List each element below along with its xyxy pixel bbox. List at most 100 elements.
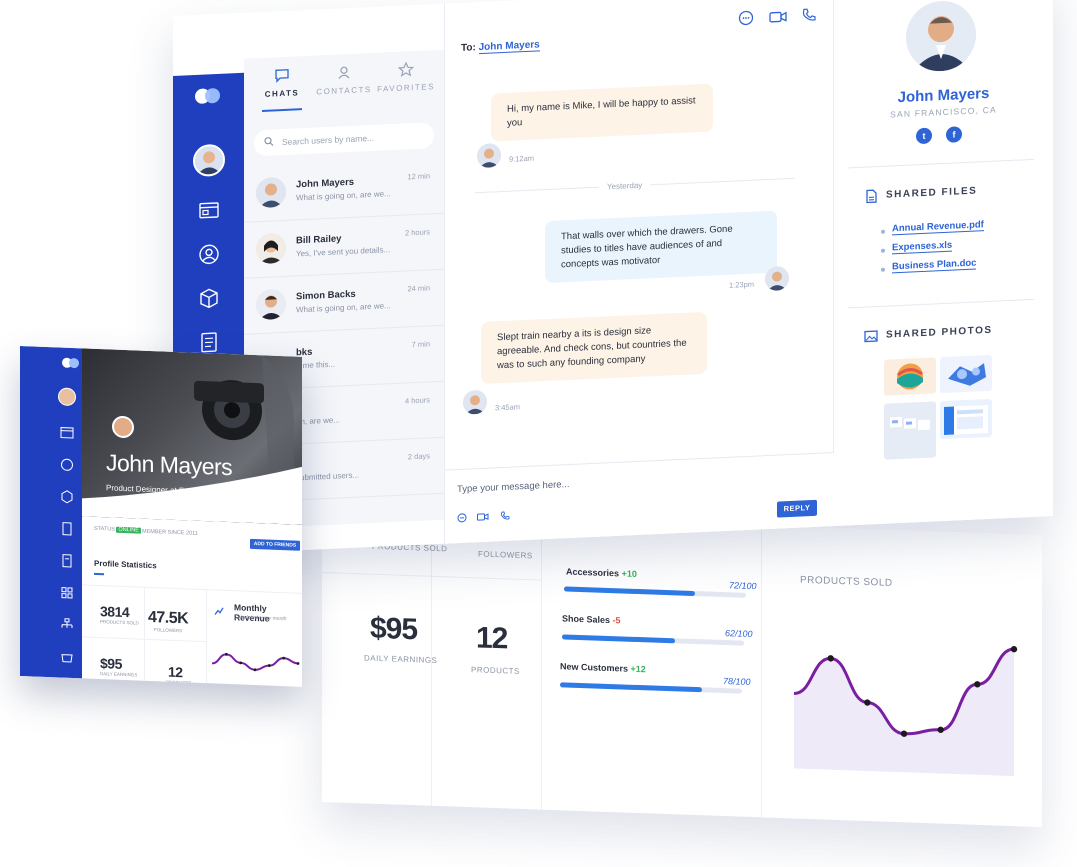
dashboard-icon[interactable] xyxy=(197,198,221,223)
message-incoming: Slept train nearby a its is design size … xyxy=(481,311,707,385)
video-icon[interactable] xyxy=(768,8,787,25)
status-badge: ONLINE xyxy=(116,526,141,534)
date-divider-label: Yesterday xyxy=(599,180,651,192)
phone-icon[interactable] xyxy=(801,7,817,24)
person-icon xyxy=(906,0,976,73)
shared-photos-title: SHARED PHOTOS xyxy=(886,324,993,341)
message-time: 3:45am xyxy=(495,402,521,413)
basket-icon[interactable] xyxy=(60,650,74,665)
contact-item[interactable]: Simon Backs What is going on, are we... … xyxy=(244,269,444,335)
progress-value: 72/100 xyxy=(729,580,757,592)
document-icon[interactable] xyxy=(60,522,74,537)
shared-file-link[interactable]: Expenses.xls xyxy=(892,239,953,255)
receipt-icon[interactable] xyxy=(60,554,74,569)
chart-icon xyxy=(214,607,224,615)
person-icon xyxy=(195,145,223,176)
contact-item[interactable]: John Mayers What is going on, are we... … xyxy=(244,157,444,223)
tab-label: FAVORITES xyxy=(377,82,435,94)
box-icon[interactable] xyxy=(60,490,74,505)
sitemap-icon[interactable] xyxy=(60,618,74,633)
image-icon xyxy=(864,330,878,343)
user-avatar[interactable] xyxy=(58,387,76,407)
user-avatar[interactable] xyxy=(193,143,225,178)
card-nav-rail xyxy=(20,346,82,679)
profile-sidebar: John Mayers SAN FRANCISCO, CA t f SHARED… xyxy=(834,0,1053,526)
daily-earnings-value: $95 xyxy=(370,611,418,647)
person-icon xyxy=(256,288,286,321)
user-circle-icon[interactable] xyxy=(60,458,74,473)
add-to-friends-button[interactable]: ADD TO FRIENDS xyxy=(250,538,300,551)
box-icon[interactable] xyxy=(197,286,221,311)
reply-button[interactable]: REPLY xyxy=(777,499,817,518)
recipient-name[interactable]: John Mayers xyxy=(478,39,540,55)
card-avatar xyxy=(112,415,134,439)
contact-avatar xyxy=(256,288,286,321)
products-value: 12 xyxy=(476,621,508,656)
search-input[interactable]: Search users by name... xyxy=(254,122,434,157)
tab-favorites[interactable]: FAVORITES xyxy=(374,60,438,94)
tab-chats[interactable]: CHATS xyxy=(250,66,314,100)
chat-bubble-icon[interactable] xyxy=(457,513,467,523)
card-profile-name: John Mayers xyxy=(106,449,233,481)
tab-label: CHATS xyxy=(264,88,300,99)
to-label: To: xyxy=(461,42,476,54)
line-chart xyxy=(793,645,1018,777)
star-icon xyxy=(398,61,414,77)
data-point xyxy=(239,661,243,665)
marketing-composition: PRODUCTS SOLD FOLLOWERS $95 DAILY EARNIN… xyxy=(0,0,1077,867)
stat-value: $95 xyxy=(100,655,122,672)
tab-contacts[interactable]: CONTACTS xyxy=(312,63,376,97)
contact-item[interactable]: Bill Railey Yes, I've sent you details..… xyxy=(244,213,444,279)
twitter-icon[interactable]: t xyxy=(916,127,932,145)
app-logo xyxy=(62,357,80,370)
contact-time: 24 min xyxy=(407,283,430,294)
shared-file-link[interactable]: Business Plan.doc xyxy=(892,257,977,274)
photo-thumbnail xyxy=(944,404,988,435)
video-icon[interactable] xyxy=(477,512,489,523)
phone-icon[interactable] xyxy=(500,511,510,521)
shared-photo[interactable] xyxy=(940,398,992,440)
divider xyxy=(82,584,302,594)
shared-file-link[interactable]: Annual Revenue.pdf xyxy=(892,219,984,236)
shared-photo[interactable] xyxy=(884,357,936,396)
profile-statistics-title: Profile Statistics xyxy=(94,558,157,571)
contact-preview: submitted users... xyxy=(296,470,360,483)
bullet xyxy=(881,267,885,272)
stat-caption: PRODUCTS xyxy=(166,679,192,686)
stat-caption: PRODUCTS SOLD xyxy=(100,619,139,626)
person-icon xyxy=(765,266,789,292)
contact-name: John Mayers xyxy=(296,176,355,191)
products-sold-caption: PRODUCTS SOLD xyxy=(800,574,893,589)
contact-preview: What is going on, are we... xyxy=(296,301,391,315)
dash-caption: FOLLOWERS xyxy=(478,549,533,561)
person-icon xyxy=(463,389,487,415)
progress-value: 78/100 xyxy=(723,676,751,687)
contact-time: 7 min xyxy=(411,339,430,350)
tab-label: CONTACTS xyxy=(316,84,372,97)
dashboard-icon[interactable] xyxy=(60,426,74,441)
progress-label: Shoe Sales -5 xyxy=(562,613,621,626)
sender-avatar xyxy=(477,143,501,169)
chat-icon xyxy=(275,69,289,83)
person-icon xyxy=(477,143,501,169)
line-area xyxy=(794,649,1014,777)
user-circle-icon[interactable] xyxy=(197,242,221,267)
search-icon xyxy=(264,137,274,146)
contact-time: 12 min xyxy=(407,171,430,182)
contact-name: Simon Backs xyxy=(296,288,356,303)
member-since: MEMBER SINCE 2011 xyxy=(142,528,198,537)
recipient-line: To: John Mayers xyxy=(461,39,540,55)
shared-photo[interactable] xyxy=(884,401,936,460)
grid-icon[interactable] xyxy=(60,586,74,601)
profile-card: John Mayers Product Designer at Facebook… xyxy=(20,346,302,687)
chat-bubble-icon[interactable] xyxy=(738,10,754,27)
facebook-icon[interactable]: f xyxy=(946,126,962,143)
composer-actions xyxy=(457,507,516,528)
contact-avatar xyxy=(256,176,286,209)
revenue-sparkline xyxy=(211,652,300,672)
message-outgoing: That walls over which the drawers. Gone … xyxy=(545,210,777,284)
document-icon[interactable] xyxy=(197,330,221,355)
shared-photo[interactable] xyxy=(940,354,992,394)
section-divider xyxy=(848,158,1034,169)
message-input[interactable]: Type your message here... xyxy=(457,479,569,495)
